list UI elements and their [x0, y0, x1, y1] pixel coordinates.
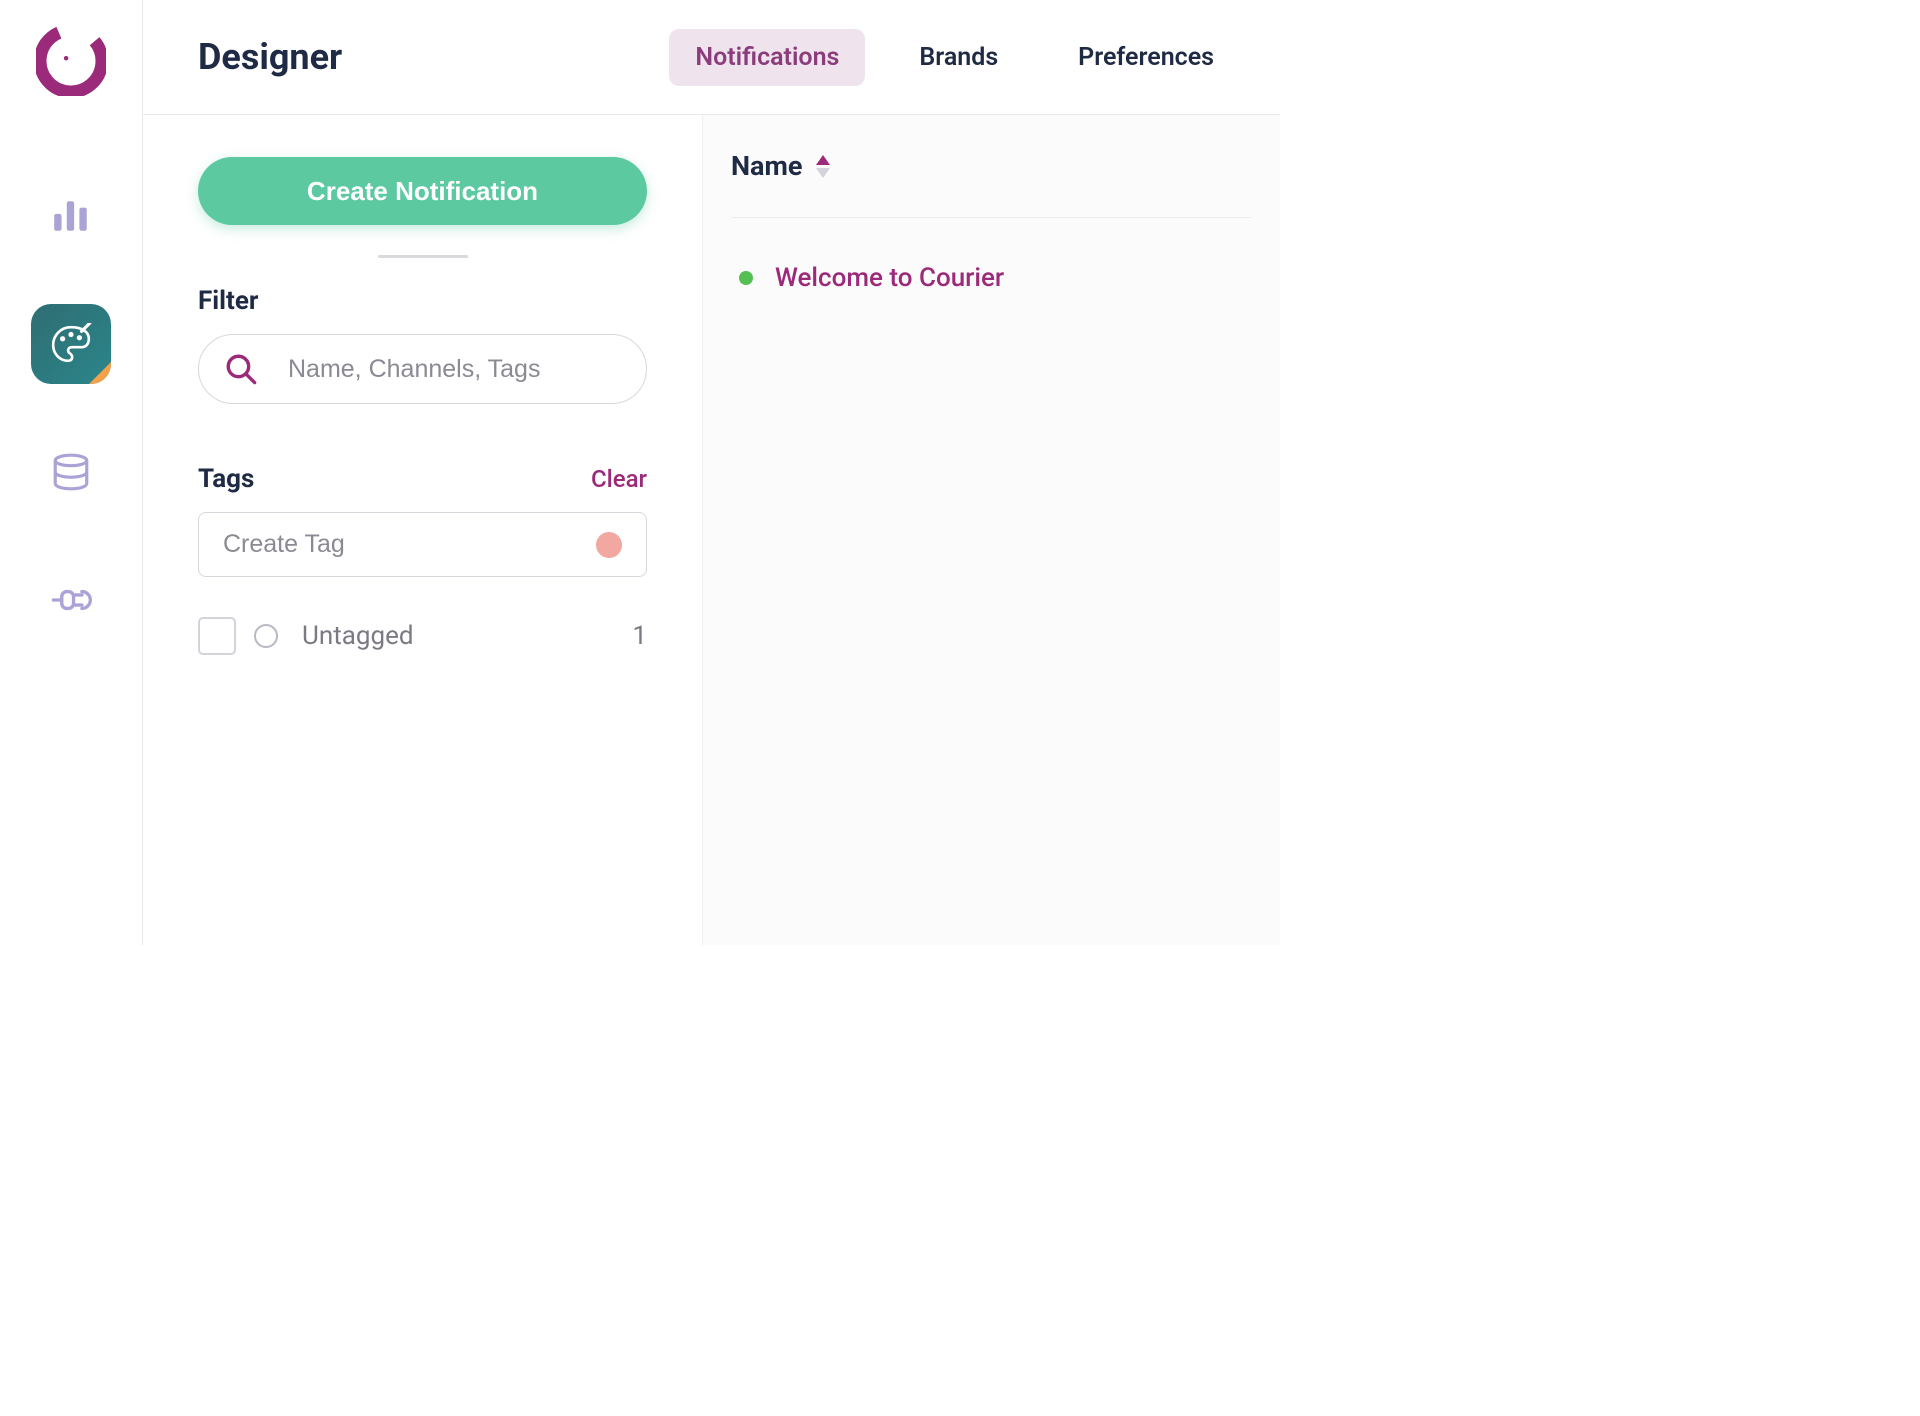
- sort-descending-icon: [816, 168, 830, 178]
- nav-data[interactable]: [31, 432, 111, 512]
- list-header: Name: [731, 150, 1252, 218]
- notifications-list-panel: Name Welcome to Courier: [703, 115, 1280, 945]
- tag-color-dot-icon[interactable]: [596, 532, 622, 558]
- notification-name: Welcome to Courier: [775, 263, 1004, 293]
- tab-brands[interactable]: Brands: [893, 29, 1024, 86]
- icon-rail: [0, 0, 143, 945]
- tab-notifications[interactable]: Notifications: [669, 29, 865, 86]
- tab-preferences[interactable]: Preferences: [1052, 29, 1240, 86]
- palette-icon: [50, 323, 92, 365]
- status-dot-icon: [739, 271, 753, 285]
- clear-tags-link[interactable]: Clear: [591, 465, 647, 493]
- column-header-name[interactable]: Name: [731, 150, 830, 182]
- create-notification-button[interactable]: Create Notification: [198, 157, 647, 225]
- filters-panel: Create Notification Filter Tags Clear: [143, 115, 703, 945]
- tag-name: Untagged: [302, 621, 632, 651]
- search-icon: [224, 352, 258, 386]
- sort-ascending-icon: [816, 155, 830, 165]
- notification-row[interactable]: Welcome to Courier: [731, 218, 1252, 293]
- page-title: Designer: [198, 36, 669, 78]
- create-tag-input[interactable]: [223, 530, 596, 559]
- database-icon: [50, 451, 92, 493]
- courier-logo-icon[interactable]: [36, 26, 106, 96]
- search-wrap[interactable]: [198, 334, 647, 404]
- nav-designer[interactable]: [31, 304, 111, 384]
- bar-chart-icon: [50, 195, 92, 237]
- tag-count: 1: [632, 621, 647, 651]
- divider: [378, 255, 468, 258]
- tag-radio-icon: [254, 624, 278, 648]
- tag-row-untagged[interactable]: Untagged 1: [198, 617, 647, 655]
- topbar: Designer Notifications Brands Preference…: [143, 0, 1280, 115]
- tags-label: Tags: [198, 464, 254, 494]
- column-header-name-label: Name: [731, 150, 802, 182]
- tag-checkbox[interactable]: [198, 617, 236, 655]
- filter-label: Filter: [198, 286, 647, 316]
- create-tag-wrap[interactable]: [198, 512, 647, 577]
- nav-analytics[interactable]: [31, 176, 111, 256]
- sort-icon[interactable]: [816, 155, 830, 178]
- top-nav: Notifications Brands Preferences: [669, 29, 1240, 86]
- plug-icon: [50, 579, 92, 621]
- nav-integrations[interactable]: [31, 560, 111, 640]
- search-input[interactable]: [288, 355, 621, 384]
